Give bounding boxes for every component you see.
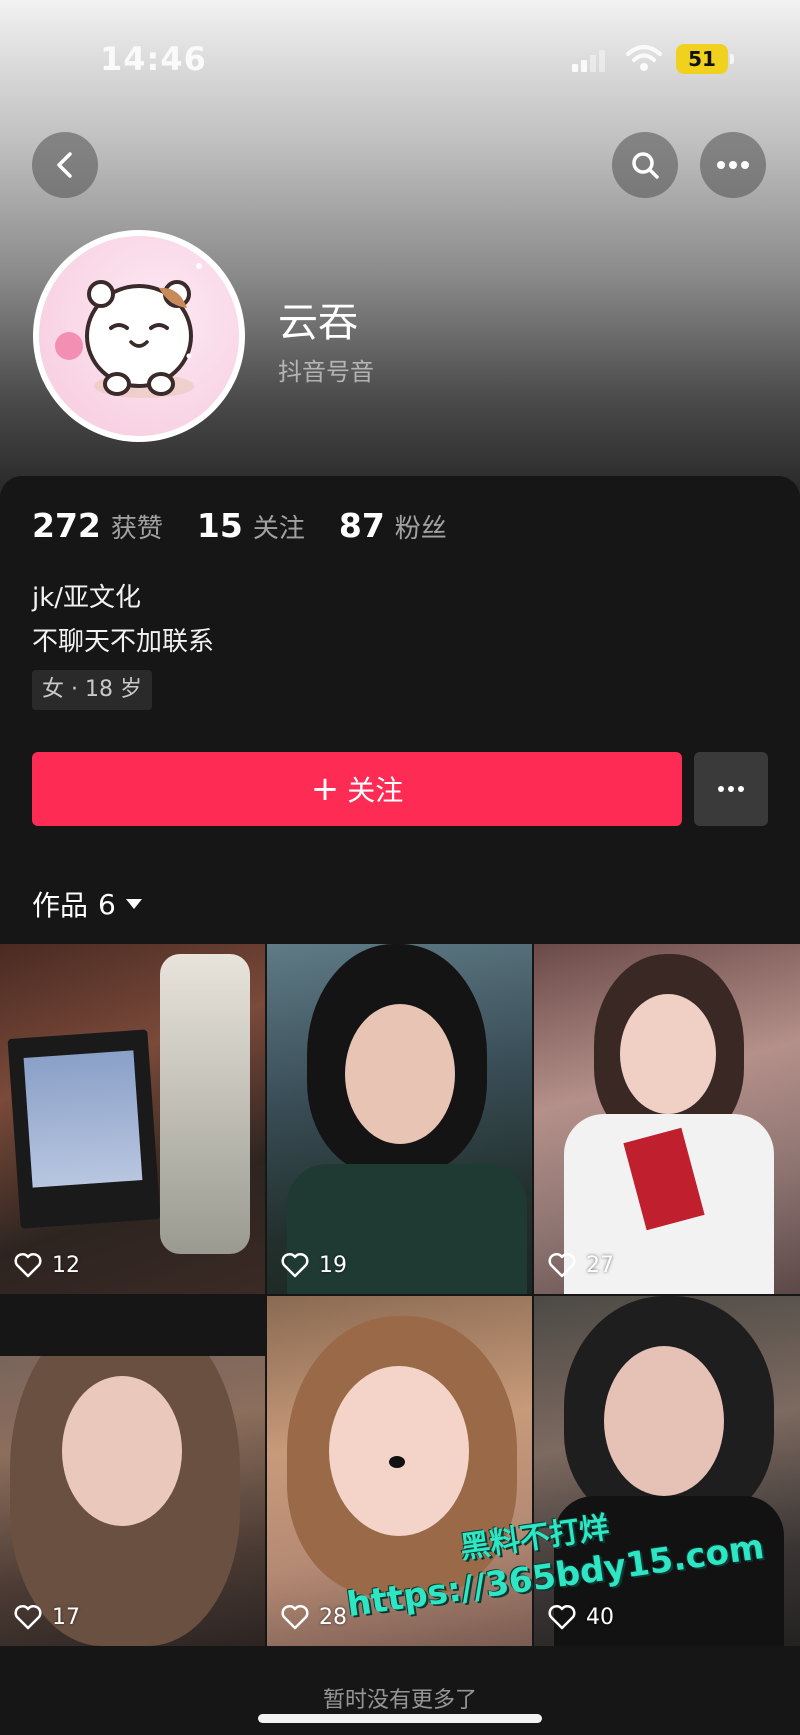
- stat-label: 关注: [252, 514, 305, 544]
- works-count: 6: [98, 887, 116, 921]
- like-count: 27: [548, 1252, 614, 1278]
- works-tab[interactable]: 作品 6: [32, 884, 142, 924]
- back-button[interactable]: [32, 132, 98, 198]
- wifi-icon: [626, 45, 662, 71]
- stat-label: 获赞: [110, 514, 163, 544]
- like-number: 12: [52, 1252, 80, 1278]
- followers-stat[interactable]: 87 粉丝: [339, 506, 447, 545]
- search-icon: [632, 152, 659, 179]
- plus-icon: +: [310, 769, 340, 809]
- like-number: 40: [586, 1604, 614, 1630]
- profile-stats: 272 获赞 15 关注 87 粉丝: [32, 506, 481, 545]
- like-number: 27: [586, 1252, 614, 1278]
- stat-label: 粉丝: [394, 514, 447, 544]
- follow-button[interactable]: + 关注: [32, 752, 682, 826]
- douyin-id: 抖音号音: [278, 358, 374, 386]
- like-count: 12: [14, 1252, 80, 1278]
- status-bar: 14:46 51: [0, 0, 800, 116]
- like-number: 17: [52, 1604, 80, 1630]
- bio-line: jk/亚文化: [32, 583, 142, 613]
- heart-icon: [14, 1252, 42, 1278]
- caret-down-icon: [125, 899, 142, 909]
- like-count: 40: [548, 1604, 614, 1630]
- avatar[interactable]: [33, 230, 245, 442]
- following-stat[interactable]: 15 关注: [197, 506, 305, 545]
- like-count: 17: [14, 1604, 80, 1630]
- search-button[interactable]: [612, 132, 678, 198]
- heart-icon: [14, 1604, 42, 1630]
- like-number: 19: [319, 1252, 347, 1278]
- back-arrow-icon: [57, 152, 72, 178]
- heart-icon: [548, 1604, 576, 1630]
- battery-indicator: 51: [676, 44, 734, 74]
- home-indicator[interactable]: [258, 1714, 542, 1723]
- like-count: 19: [281, 1252, 347, 1278]
- ellipsis-icon: [718, 786, 744, 792]
- profile-header: 14:46 51 云吞 抖音号音: [0, 0, 800, 500]
- stat-value: 15: [196, 506, 243, 545]
- hamster-avatar-image: [39, 236, 239, 436]
- no-more-content-text: 暂时没有更多了: [322, 1688, 477, 1713]
- profile-bio: jk/亚文化 不聊天不加联系: [32, 576, 214, 664]
- video-thumbnail[interactable]: 12: [0, 944, 265, 1294]
- stat-value: 272: [32, 506, 101, 545]
- bio-line: 不聊天不加联系: [32, 627, 215, 657]
- ellipsis-icon: [717, 161, 749, 169]
- more-options-button[interactable]: [700, 132, 766, 198]
- video-thumbnail[interactable]: 27: [534, 944, 800, 1294]
- heart-icon: [281, 1604, 309, 1630]
- like-number: 28: [319, 1604, 347, 1630]
- stat-value: 87: [338, 506, 385, 545]
- video-thumbnail[interactable]: 17: [0, 1296, 265, 1646]
- heart-icon: [281, 1252, 309, 1278]
- cellular-signal-icon: [572, 50, 606, 72]
- gender-age-tag: 女 · 18 岁: [32, 670, 152, 710]
- heart-icon: [548, 1252, 576, 1278]
- more-actions-button[interactable]: [694, 752, 768, 826]
- profile-nickname: 云吞: [278, 300, 358, 346]
- status-time: 14:46: [100, 40, 207, 78]
- like-count: 28: [281, 1604, 347, 1630]
- works-label: 作品: [32, 889, 89, 922]
- video-thumbnail[interactable]: 19: [267, 944, 532, 1294]
- likes-stat: 272 获赞: [32, 506, 163, 545]
- follow-label: 关注: [347, 774, 404, 807]
